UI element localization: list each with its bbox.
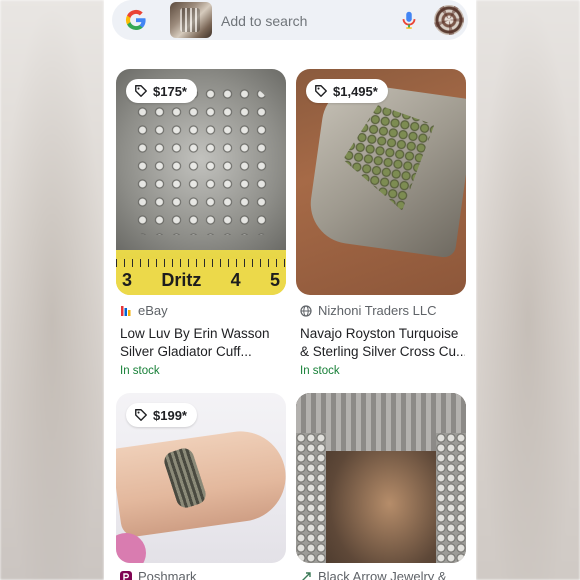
globe-icon [300,304,312,317]
ruler-brand: Dritz [161,270,202,290]
source-row[interactable]: Nizhoni Traders LLC [300,303,437,318]
price-chip[interactable]: $1,495* [306,79,388,103]
product-image[interactable]: $1,495* [296,69,466,295]
result-card-4[interactable]: Black Arrow Jewelry & [296,393,466,580]
result-card-2[interactable]: $1,495* Nizhoni Traders LLC Navajo Royst… [296,69,466,377]
measuring-tape: 3 Dritz 4 5 [116,259,286,295]
price-chip[interactable]: $175* [126,79,197,103]
cuff-side-left [296,433,326,563]
ruler-number: 4 [230,270,241,290]
product-image[interactable] [296,393,466,563]
source-name: eBay [138,303,168,318]
source-name: Poshmark [138,569,197,580]
source-name: Black Arrow Jewelry & [318,569,447,580]
google-logo-icon[interactable] [124,8,148,32]
source-row[interactable]: Poshmark [120,569,197,580]
arrow-logo-icon [301,571,311,580]
product-title[interactable]: Navajo Royston Turquoise & Sterling Silv… [300,325,465,361]
source-name: Nizhoni Traders LLC [318,303,437,318]
title-line-1: Navajo Royston Turquoise [300,326,459,341]
price-chip[interactable]: $199* [126,403,197,427]
mic-icon[interactable] [398,9,420,31]
poshmark-icon [120,570,132,580]
stock-status: In stock [120,365,160,377]
ruler-number: 5 [269,270,280,290]
phone-screen: 3 Dritz 4 5 $175* eBay [104,0,476,580]
product-image[interactable]: 3 Dritz 4 5 $175* [116,69,286,295]
title-line-2: & Sterling Silver Cross Cu... [300,344,465,359]
price-label: $175* [153,83,187,99]
ebay-icon [121,305,131,316]
price-tag-icon [315,85,327,97]
result-card-3[interactable]: $199* Poshmark [116,393,286,580]
source-row[interactable]: eBay [120,303,168,318]
price-tag-icon [135,85,147,97]
price-label: $1,495* [333,83,378,99]
background-blur-left [0,0,104,580]
title-line-1: Low Luv By Erin Wasson [120,326,270,341]
search-image-thumbnail[interactable] [170,2,212,38]
title-line-2: Silver Gladiator Cuff... [120,344,252,359]
background-blur-right [476,0,580,580]
stock-status: In stock [300,365,340,377]
account-avatar[interactable] [434,5,464,35]
result-card-1[interactable]: 3 Dritz 4 5 $175* eBay Low Luv By Erin W… [116,69,286,377]
source-row[interactable]: Black Arrow Jewelry & [300,569,447,580]
price-label: $199* [153,407,187,423]
cuff-dots [134,85,272,235]
cuff-side-right [436,433,466,563]
sleeve [116,533,146,563]
search-bar[interactable] [112,0,468,40]
product-image[interactable]: $199* [116,393,286,563]
ruler-number: 3 [122,270,133,290]
product-title[interactable]: Low Luv By Erin Wasson Silver Gladiator … [120,325,285,361]
search-input[interactable] [219,10,393,32]
price-tag-icon [135,409,147,421]
